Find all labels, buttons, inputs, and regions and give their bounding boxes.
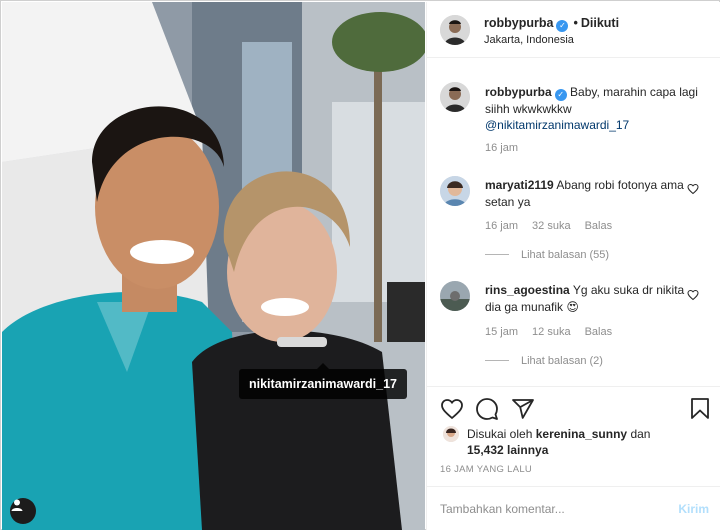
comment-username[interactable]: rins_agoestina xyxy=(485,283,570,297)
separator-dot: • xyxy=(573,16,578,30)
caption-time-text: 16 jam xyxy=(485,142,519,154)
comment-meta: 15 jam 12 suka Balas xyxy=(485,326,626,338)
verified-badge-icon: ✓ xyxy=(554,89,567,101)
comment-input[interactable] xyxy=(440,499,660,519)
reply-button[interactable]: Balas xyxy=(585,220,613,232)
user-tag-icon[interactable] xyxy=(10,498,36,524)
caption-mention-link[interactable]: @nikitamirzanimawardi_17 xyxy=(485,118,629,132)
likes-connector: dan xyxy=(630,427,651,441)
post-side-panel: robbypurba ✓ • Diikuti Jakarta, Indonesia r… xyxy=(426,2,720,530)
follow-status-button[interactable]: Diikuti xyxy=(581,16,619,30)
post-comment-button[interactable]: Kirim xyxy=(678,502,709,516)
comment-heart-icon[interactable] xyxy=(687,289,699,301)
comment-likes[interactable]: 12 suka xyxy=(532,326,571,338)
comment-time: 15 jam xyxy=(485,326,519,338)
comment-body: rins_agoestina Yg aku suka dr nikita dia… xyxy=(485,282,685,316)
comment-body: maryati2119 Abang robi fotonya ama setan… xyxy=(485,177,685,211)
header-username[interactable]: robbypurba xyxy=(484,16,553,30)
comment-icon[interactable] xyxy=(475,397,499,421)
comments-list: robbypurba ✓ Baby, marahin capa lagi siih… xyxy=(427,58,720,386)
avatar[interactable] xyxy=(443,426,459,442)
bookmark-icon[interactable] xyxy=(688,397,712,421)
likes-prefix: Disukai oleh xyxy=(467,427,533,441)
view-replies-button[interactable]: Lihat balasan (2) xyxy=(485,355,603,367)
post-location[interactable]: Jakarta, Indonesia xyxy=(484,34,574,46)
header-username-row: robbypurba ✓ • Diikuti xyxy=(484,16,619,32)
comment-meta: 16 jam 32 suka Balas xyxy=(485,220,626,232)
comment-likes[interactable]: 32 suka xyxy=(532,220,571,232)
instagram-post-window: nikitamirzanimawardi_17 robbypurba ✓ • Diik… xyxy=(0,0,720,530)
post-timestamp[interactable]: 16 JAM YANG LALU xyxy=(440,464,532,475)
avatar[interactable] xyxy=(440,176,470,206)
comment-time: 16 jam xyxy=(485,220,519,232)
comment-heart-icon[interactable] xyxy=(687,183,699,195)
add-comment-bar: Kirim xyxy=(427,486,720,530)
comment-username[interactable]: maryati2119 xyxy=(485,178,554,192)
view-replies-button[interactable]: Lihat balasan (55) xyxy=(485,249,609,261)
share-icon[interactable] xyxy=(511,397,535,421)
caption: robbypurba ✓ Baby, marahin capa lagi siih… xyxy=(485,84,707,133)
action-bar xyxy=(427,386,720,426)
likes-user-link[interactable]: kerenina_sunny xyxy=(536,427,627,441)
caption-time: 16 jam xyxy=(485,142,532,154)
photo-tag-label[interactable]: nikitamirzanimawardi_17 xyxy=(239,363,407,399)
avatar[interactable] xyxy=(440,15,470,45)
post-photo[interactable]: nikitamirzanimawardi_17 xyxy=(2,2,425,530)
reply-button[interactable]: Balas xyxy=(585,326,613,338)
likes-text: Disukai oleh kerenina_sunny dan 15,432 l… xyxy=(467,426,707,458)
likes-summary: Disukai oleh kerenina_sunny dan 15,432 l… xyxy=(440,426,710,458)
avatar[interactable] xyxy=(440,281,470,311)
likes-others-link[interactable]: 15,432 lainnya xyxy=(467,443,548,457)
post-header: robbypurba ✓ • Diikuti Jakarta, Indonesia xyxy=(427,2,720,58)
verified-badge-icon: ✓ xyxy=(556,20,569,32)
heart-icon[interactable] xyxy=(440,397,464,421)
avatar[interactable] xyxy=(440,82,470,112)
photo-illustration xyxy=(2,2,425,530)
caption-username[interactable]: robbypurba xyxy=(485,85,552,99)
